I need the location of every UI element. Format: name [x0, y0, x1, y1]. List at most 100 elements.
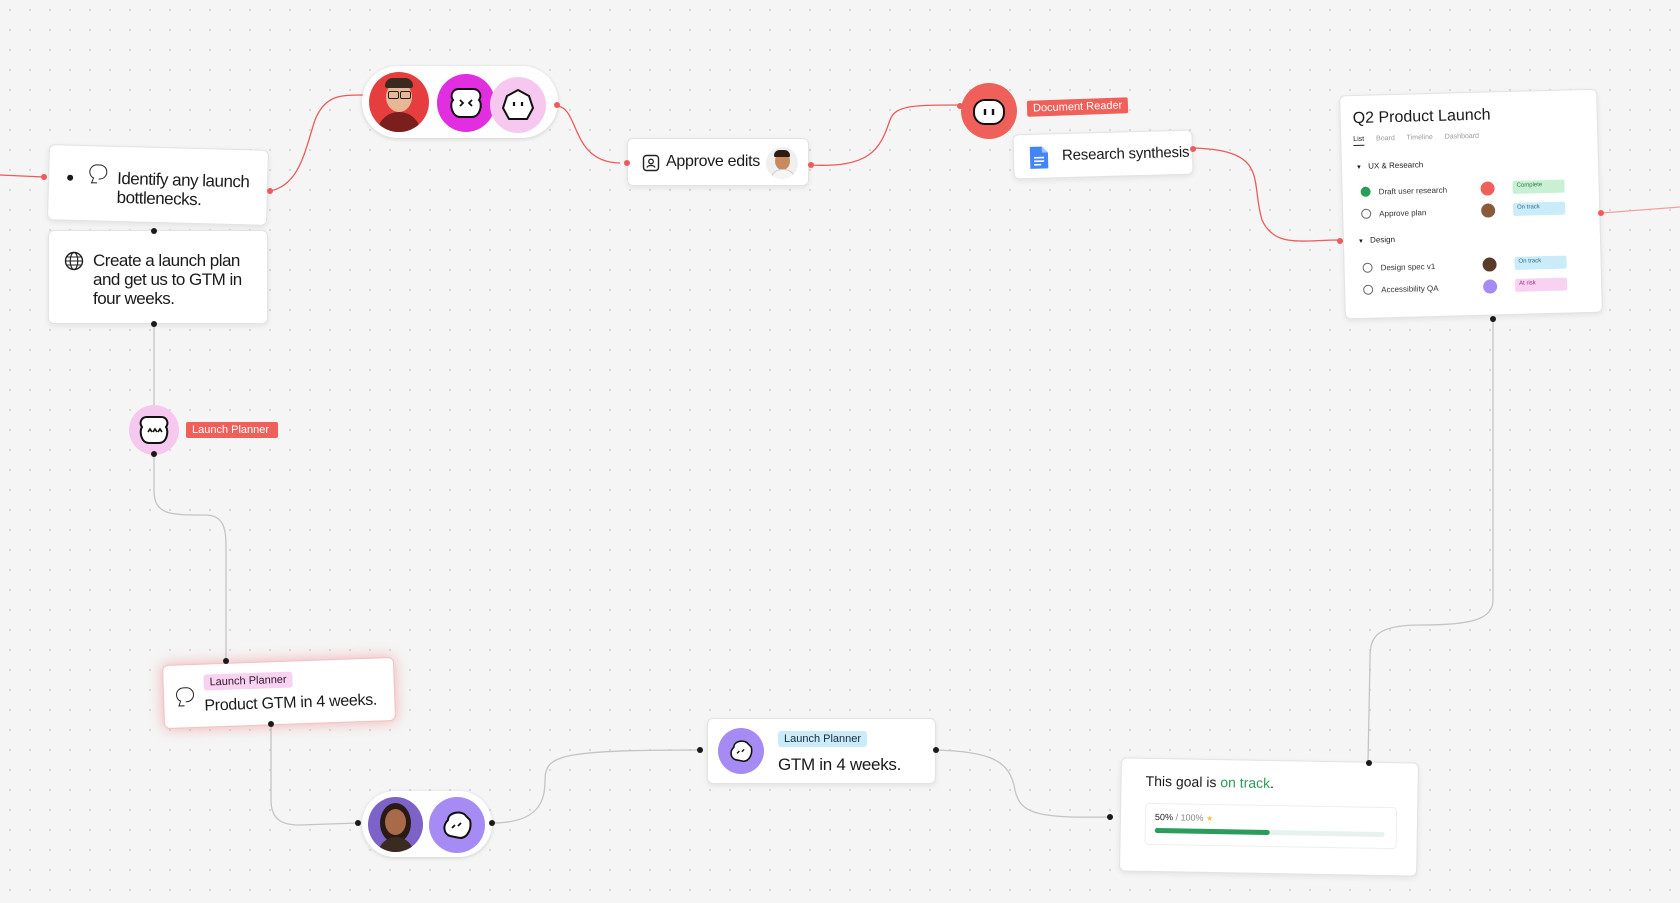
purple-agent-avatar [718, 728, 764, 774]
document-icon [1029, 146, 1049, 169]
product-gtm-text: Product GTM in 4 weeks. [204, 691, 378, 715]
connector-dot [1107, 814, 1113, 820]
purple-agent[interactable] [429, 797, 485, 853]
identify-bottlenecks-card[interactable]: Identify any launch bottlenecks. [47, 144, 269, 226]
assignee-avatar [1480, 181, 1495, 196]
pink-agent[interactable] [490, 77, 546, 133]
tab-timeline[interactable]: Timeline [1407, 134, 1433, 142]
status-badge: Complete [1512, 179, 1565, 194]
create-plan-text: Create a launch plan and get us to GTM i… [93, 251, 242, 308]
magenta-agent[interactable] [437, 74, 495, 132]
approve-edits-card[interactable]: Approve edits [627, 138, 809, 186]
assignee-avatar [1482, 257, 1497, 272]
gtm-card[interactable]: Launch Planner GTM in 4 weeks. [707, 718, 936, 784]
document-reader-tag: Document Reader [1026, 97, 1129, 117]
section-title: Design [1369, 235, 1396, 245]
goal-card[interactable]: This goal is on track. 50% / 100% ★ [1119, 757, 1419, 877]
progress-value: 50% [1154, 812, 1174, 823]
loop-agent-icon [730, 740, 753, 763]
chat-icon [89, 164, 108, 180]
progress-target: / 100% [1175, 812, 1204, 823]
spark-agent-icon [450, 88, 482, 118]
project-title: Q2 Product Launch [1352, 106, 1491, 128]
approval-icon [642, 154, 660, 172]
assignee-avatar [1480, 203, 1496, 218]
status-badge: On track [1514, 255, 1567, 270]
tab-board[interactable]: Board [1376, 135, 1395, 142]
user-avatar[interactable] [369, 72, 429, 132]
planner-agent-icon [139, 416, 169, 444]
section-design[interactable]: ▼ Design [1358, 235, 1395, 245]
task-name: Accessibility QA [1381, 283, 1439, 295]
user-avatar[interactable] [368, 797, 423, 852]
launch-planner-agent[interactable] [129, 405, 179, 455]
gtm-text: GTM in 4 weeks. [778, 755, 902, 774]
connector-dot [1366, 760, 1372, 766]
goal-suffix: . [1269, 775, 1275, 792]
tab-dashboard[interactable]: Dashboard [1445, 133, 1479, 141]
check-circle-icon[interactable] [1363, 284, 1374, 295]
connector-dot [41, 174, 47, 180]
connector-dot [267, 188, 273, 194]
section-title: UX & Research [1368, 160, 1424, 171]
goal-status-text: This goal is on track. [1145, 773, 1274, 791]
bullet-dot [67, 174, 74, 181]
progress-track [1154, 828, 1385, 838]
task-name: Draft user research [1378, 185, 1448, 197]
connector-dot [355, 820, 361, 826]
task-row[interactable]: Draft user research Complete [1360, 178, 1580, 202]
goal-progress-box: 50% / 100% ★ [1144, 802, 1398, 850]
connector-dot [933, 747, 939, 753]
section-ux-research[interactable]: ▼ UX & Research [1355, 160, 1424, 171]
connector-dot [1490, 316, 1496, 322]
project-tabs: List Board Timeline Dashboard [1353, 133, 1479, 147]
connector-dot [808, 162, 814, 168]
connector-dot [554, 102, 560, 108]
approve-edits-label: Approve edits [666, 153, 760, 170]
document-reader-agent[interactable] [961, 83, 1017, 139]
q2-project-card[interactable]: Q2 Product Launch List Board Timeline Da… [1339, 88, 1603, 320]
connector-dot [151, 321, 157, 327]
connector-dot [624, 160, 630, 166]
launch-planner-pill: Launch Planner [778, 731, 868, 747]
task-row[interactable]: Accessibility QA At risk [1363, 276, 1583, 300]
research-synthesis-label: Research synthesis [1061, 143, 1190, 165]
progress-fill [1154, 828, 1270, 836]
product-gtm-card[interactable]: Launch Planner Product GTM in 4 weeks. [161, 656, 397, 730]
connector-dot [151, 228, 157, 234]
launch-planner-tag: Launch Planner [186, 422, 278, 438]
check-circle-icon[interactable] [1361, 208, 1372, 219]
check-circle-icon[interactable] [1360, 186, 1371, 197]
approver-avatar [766, 147, 798, 179]
connector-dot [223, 658, 229, 664]
task-name: Approve plan [1379, 208, 1427, 219]
connector-dot [489, 820, 495, 826]
assignee-avatar [1482, 279, 1498, 294]
connector-dot [697, 747, 703, 753]
tab-list[interactable]: List [1353, 135, 1365, 147]
research-synthesis-card[interactable]: Research synthesis [1012, 129, 1194, 180]
loop-agent-icon [443, 811, 472, 840]
connector-dot [1598, 210, 1604, 216]
star-icon: ★ [1205, 813, 1214, 824]
connector-dot [1190, 146, 1196, 152]
caret-down-icon: ▼ [1355, 164, 1363, 171]
goal-prefix: This goal is [1145, 772, 1221, 791]
chat-icon [175, 686, 195, 703]
globe-icon [64, 251, 84, 271]
status-badge: At risk [1514, 277, 1568, 292]
identify-text: Identify any launch bottlenecks. [116, 168, 250, 210]
status-badge: On track [1512, 201, 1566, 216]
launch-planner-pill: Launch Planner [203, 671, 293, 691]
connector-dot [151, 451, 157, 457]
goal-status: on track [1220, 774, 1271, 792]
check-circle-icon[interactable] [1362, 262, 1373, 273]
octo-agent-icon [502, 89, 534, 120]
task-row[interactable]: Design spec v1 On track [1362, 254, 1582, 278]
task-row[interactable]: Approve plan On track [1361, 200, 1581, 224]
task-name: Design spec v1 [1380, 261, 1436, 273]
reader-agent-icon [973, 99, 1005, 125]
connector-dot [268, 721, 274, 727]
progress-readout: 50% / 100% ★ [1155, 812, 1213, 823]
create-plan-card[interactable]: Create a launch plan and get us to GTM i… [48, 230, 268, 324]
